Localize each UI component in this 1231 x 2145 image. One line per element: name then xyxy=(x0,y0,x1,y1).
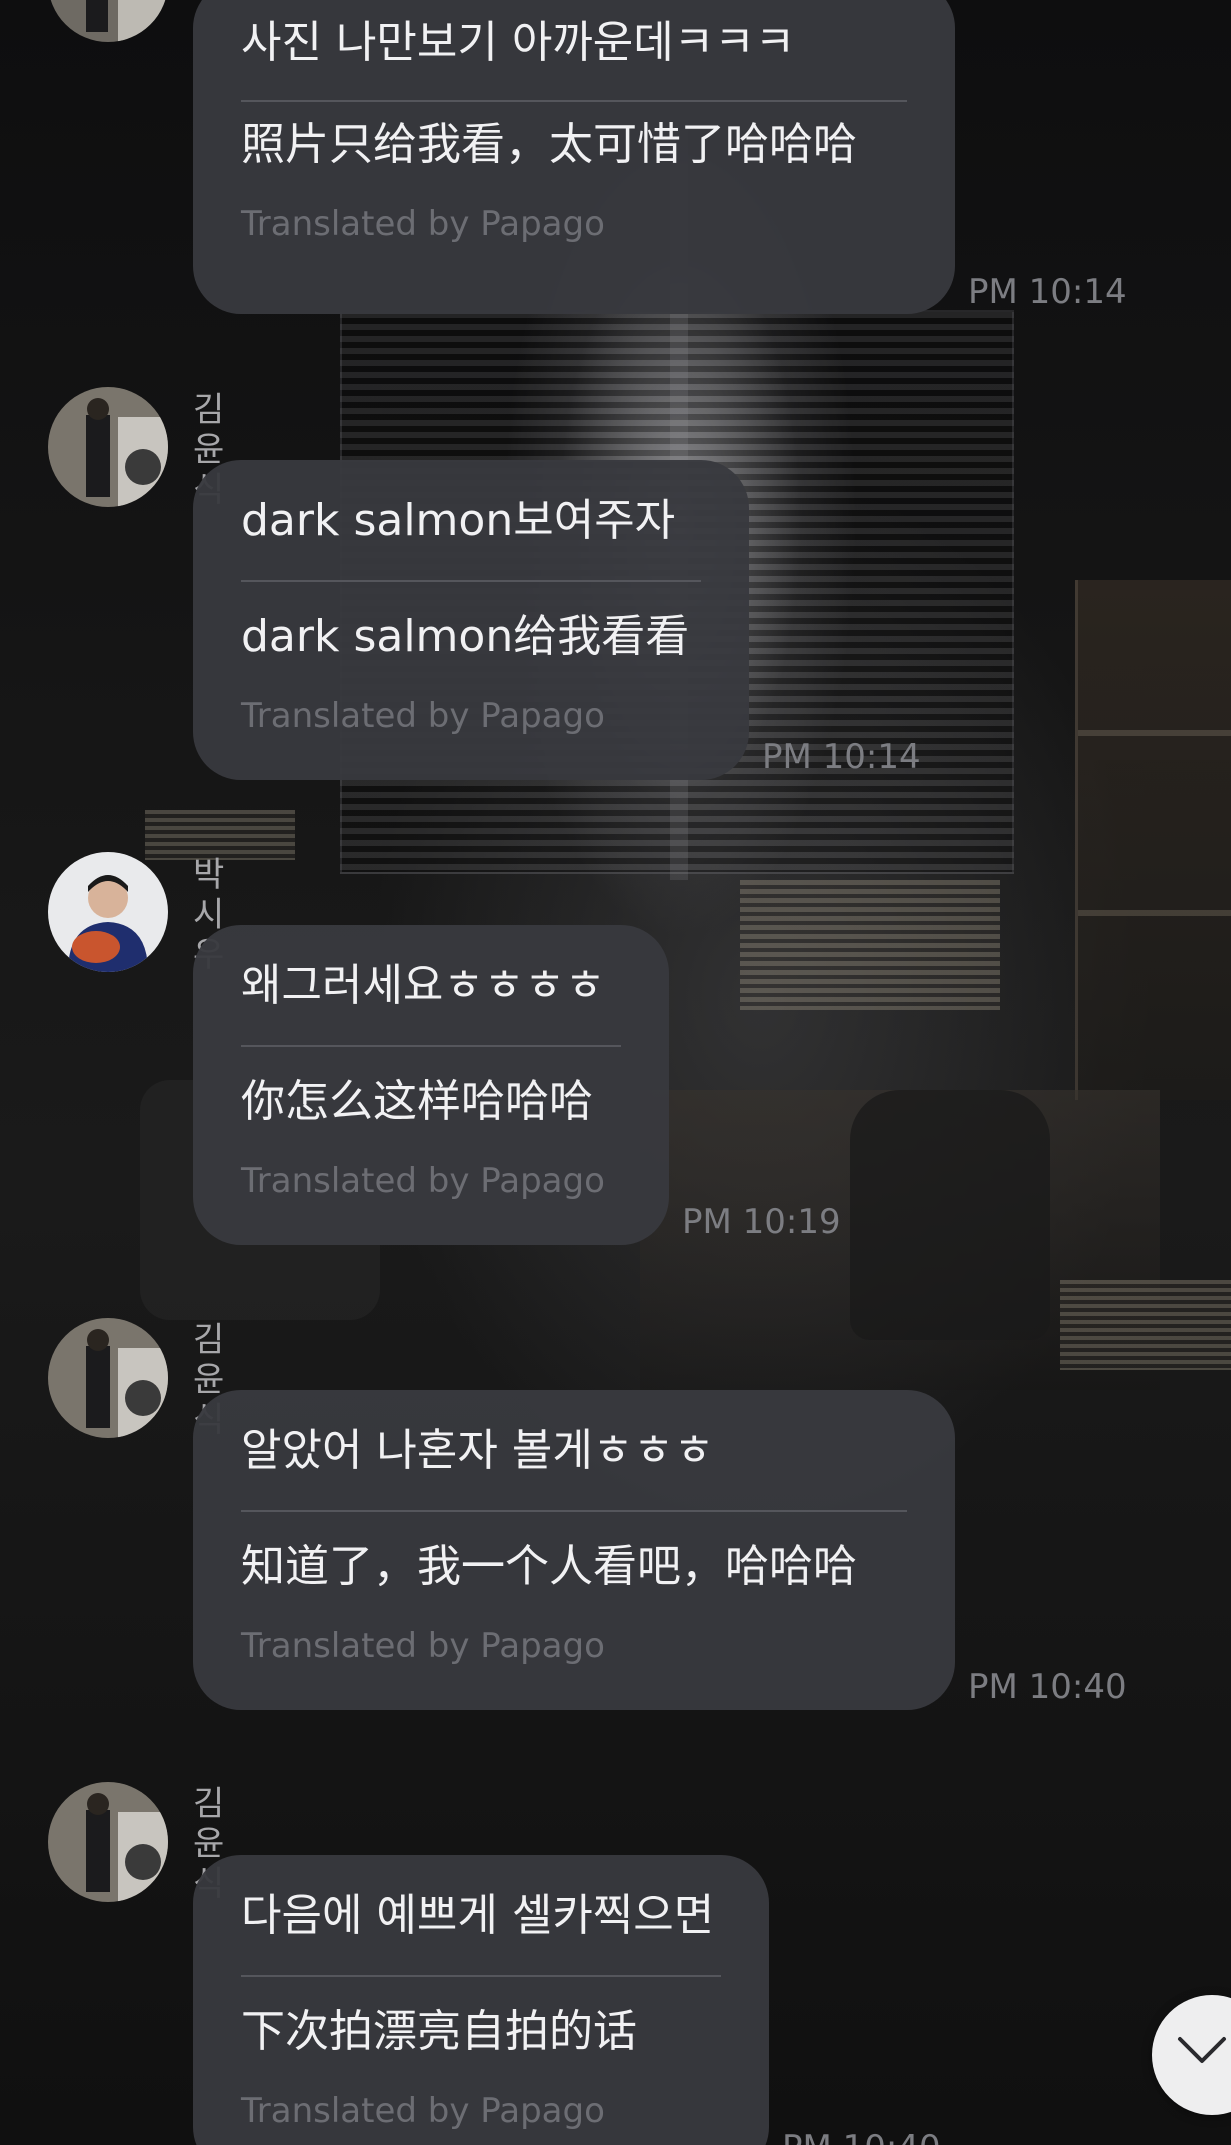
translation-credit: Translated by Papago xyxy=(241,2091,605,2131)
avatar[interactable] xyxy=(48,0,168,42)
message-translated-text: 你怎么这样哈哈哈 xyxy=(241,1076,593,1127)
background-bookshelf xyxy=(1075,580,1231,1100)
message-translated-text: 知道了，我一个人看吧，哈哈哈 xyxy=(241,1541,857,1592)
avatar[interactable] xyxy=(48,387,168,507)
message-time: PM 10:19 xyxy=(682,1202,841,1242)
scroll-to-bottom-button[interactable] xyxy=(1152,1995,1231,2115)
background-chair xyxy=(850,1090,1050,1340)
avatar[interactable] xyxy=(48,1318,168,1438)
message-translated-text: dark salmon给我看看 xyxy=(241,611,690,662)
message-bubble[interactable]: 알았어 나혼자 볼게ㅎㅎㅎ 知道了，我一个人看吧，哈哈哈 Translated … xyxy=(193,1390,955,1710)
message-bubble[interactable]: 왜그러세요ㅎㅎㅎㅎ 你怎么这样哈哈哈 Translated by Papago xyxy=(193,925,669,1245)
message-original-text: 왜그러세요ㅎㅎㅎㅎ xyxy=(241,960,606,1011)
message-bubble[interactable]: dark salmon보여주자 dark salmon给我看看 Translat… xyxy=(193,460,749,780)
message-time: PM 10:14 xyxy=(762,737,921,777)
message-time: PM 10:40 xyxy=(782,2128,941,2145)
message-original-text: dark salmon보여주자 xyxy=(241,495,676,546)
message-translated-text: 照片只给我看，太可惜了哈哈哈 xyxy=(241,119,857,170)
message-original-text: 다음에 예쁘게 셀카찍으면 xyxy=(241,1890,715,1941)
message-time: PM 10:40 xyxy=(968,1667,1127,1707)
message-translated-text: 下次拍漂亮自拍的话 xyxy=(241,2006,637,2057)
chevron-down-icon xyxy=(1178,2037,1226,2063)
translation-divider xyxy=(241,580,701,582)
background-papers xyxy=(145,810,295,860)
message-original-text: 알았어 나혼자 볼게ㅎㅎㅎ xyxy=(241,1425,715,1476)
message-bubble[interactable]: 사진 나만보기 아까운데ㅋㅋㅋ 照片只给我看，太可惜了哈哈哈 Translate… xyxy=(193,0,955,314)
background-papers xyxy=(740,880,1000,1010)
translation-credit: Translated by Papago xyxy=(241,696,605,736)
chat-screen: 사진 나만보기 아까운데ㅋㅋㅋ 照片只给我看，太可惜了哈哈哈 Translate… xyxy=(0,0,1231,2145)
translation-divider xyxy=(241,1510,907,1512)
translation-divider xyxy=(241,1975,721,1977)
avatar[interactable] xyxy=(48,852,168,972)
message-original-text: 사진 나만보기 아까운데ㅋㅋㅋ xyxy=(241,17,796,68)
translation-credit: Translated by Papago xyxy=(241,1626,605,1666)
avatar[interactable] xyxy=(48,1782,168,1902)
background-papers xyxy=(1060,1280,1231,1370)
message-bubble[interactable]: 다음에 예쁘게 셀카찍으면 下次拍漂亮自拍的话 Translated by Pa… xyxy=(193,1855,769,2145)
translation-divider xyxy=(241,1045,621,1047)
translation-credit: Translated by Papago xyxy=(241,1161,605,1201)
translation-credit: Translated by Papago xyxy=(241,204,605,244)
translation-divider xyxy=(241,100,907,102)
message-time: PM 10:14 xyxy=(968,272,1127,312)
